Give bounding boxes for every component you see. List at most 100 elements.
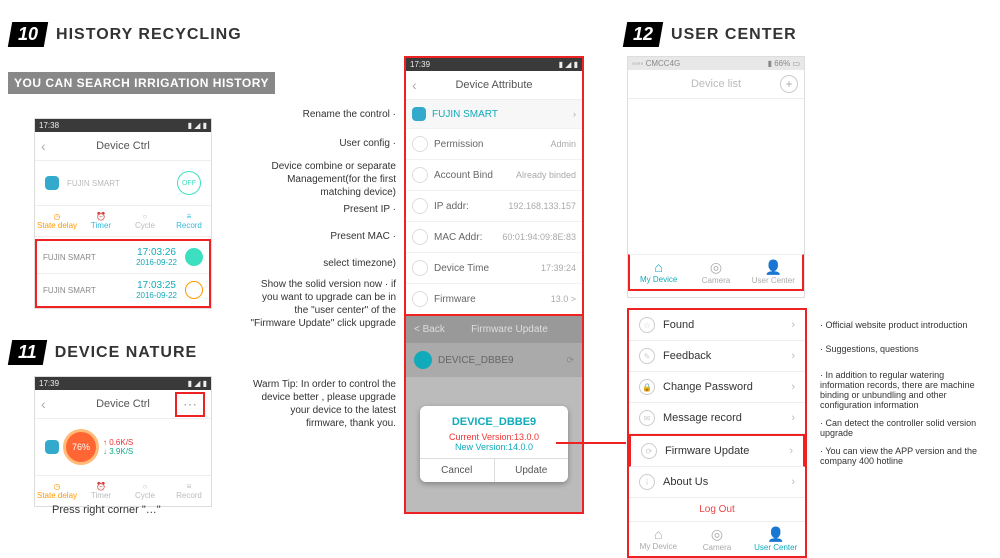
tab-state[interactable]: ◷State delay	[35, 476, 79, 506]
history-phone: 17:38▮ ◢ ▮ ‹ Device Ctrl FUJIN SMART OFF…	[34, 118, 212, 309]
history-banner: YOU CAN SEARCH IRRIGATION HISTORY	[8, 72, 275, 94]
uc-about[interactable]: iAbout Us›	[629, 467, 805, 498]
lbl-mac: Present MAC ·	[248, 230, 396, 243]
attr-account[interactable]: Account BindAlready binded	[406, 160, 582, 191]
back-icon[interactable]: ‹	[41, 396, 46, 412]
uc-message[interactable]: ✉Message record›	[629, 403, 805, 434]
note-feedback: · Suggestions, questions	[820, 344, 990, 354]
tab-record[interactable]: ≡Record	[167, 206, 211, 236]
attr-mac: MAC Addr:60:01:94:09:8E:83	[406, 222, 582, 253]
phone-header: ‹ Device Ctrl ⋯	[35, 390, 211, 419]
tab-camera[interactable]: ◎Camera	[688, 526, 747, 552]
attr-permission[interactable]: PermissionAdmin	[406, 129, 582, 160]
logout-button[interactable]: Log Out	[629, 498, 805, 521]
device-row: FUJIN SMART OFF	[35, 161, 211, 205]
back-icon[interactable]: ‹	[412, 77, 417, 93]
phone-header: Device list +	[628, 70, 804, 99]
title-12: USER CENTER	[671, 26, 797, 44]
badge-11: 11	[8, 340, 47, 365]
firmware-phone: < Back Firmware Update DEVICE_DBBE9 ⟳ DE…	[404, 314, 584, 514]
title-10: HISTORY RECYCLING	[56, 26, 242, 44]
feedback-icon: ✎	[639, 348, 655, 364]
tabbar: ⌂My Device ◎Camera 👤User Center	[629, 521, 805, 556]
back-link[interactable]: < Back	[414, 324, 445, 335]
tab-row: ◷State delay ⏰Timer ○Cycle ≡Record	[35, 205, 211, 237]
fw-popup: DEVICE_DBBE9 Current Version:13.0.0 New …	[420, 406, 568, 482]
history-row: FUJIN SMART 17:03:252016-09-22	[37, 274, 209, 306]
uc-firmware[interactable]: ⟳Firmware Update›	[629, 434, 805, 467]
tab-mydevice[interactable]: ⌂My Device	[630, 259, 687, 285]
uc-found[interactable]: ☆Found›	[629, 310, 805, 341]
device-icon	[414, 351, 432, 369]
title-11: DEVICE NATURE	[55, 344, 198, 362]
lbl-mgmt: Management(for the first matching device…	[248, 173, 396, 199]
attr-firmware[interactable]: Firmware13.0 >	[406, 284, 582, 315]
device-row: 76% ↑ 0.6K/S↓ 3.9K/S	[35, 419, 211, 475]
curr-version: Current Version:13.0.0	[428, 432, 560, 442]
tabbar-highlight: ⌂My Device ◎Camera 👤User Center	[628, 254, 804, 291]
firmware-icon: ⟳	[641, 443, 657, 459]
off-button[interactable]: OFF	[177, 171, 201, 195]
attr-ip: IP addr:192.168.133.157	[406, 191, 582, 222]
note-fw: · Can detect the controller solid versio…	[820, 418, 990, 438]
connector-line	[556, 442, 626, 444]
history-rows-highlight: FUJIN SMART 17:03:262016-09-22 FUJIN SMA…	[35, 239, 211, 308]
attr-device[interactable]: FUJIN SMART›	[406, 100, 582, 129]
fw-header: < Back Firmware Update	[406, 316, 582, 343]
phone-header: ‹ Device Ctrl	[35, 132, 211, 161]
state-on-icon	[185, 248, 203, 266]
history-row: FUJIN SMART 17:03:262016-09-22	[37, 241, 209, 274]
lbl-ip: Present IP ·	[248, 203, 396, 216]
tab-usercenter[interactable]: 👤User Center	[746, 526, 805, 552]
badge-10: 10	[8, 22, 48, 47]
tab-mydevice[interactable]: ⌂My Device	[629, 526, 688, 552]
new-version: New Version:14.0.0	[428, 442, 560, 452]
message-icon: ✉	[639, 410, 655, 426]
note-found: · Official website product introduction	[820, 320, 990, 330]
lock-icon: 🔒	[639, 379, 655, 395]
statusbar: 17:38▮ ◢ ▮	[35, 119, 211, 132]
update-button[interactable]: Update	[495, 458, 569, 482]
tab-row: ◷State delay ⏰Timer ○Cycle ≡Record	[35, 475, 211, 506]
state-off-icon	[185, 281, 203, 299]
badge-12: 12	[623, 22, 663, 47]
device-icon	[45, 176, 59, 190]
statusbar: 17:39▮ ◢ ▮	[406, 58, 582, 71]
device-icon	[412, 107, 426, 121]
phone-header: ‹ Device Attribute	[406, 71, 582, 100]
tab-cycle[interactable]: ○Cycle	[123, 476, 167, 506]
nature-phone: 17:39▮ ◢ ▮ ‹ Device Ctrl ⋯ 76% ↑ 0.6K/S↓…	[34, 376, 212, 507]
tab-camera[interactable]: ◎Camera	[687, 259, 744, 285]
more-button[interactable]: ⋯	[175, 392, 205, 417]
attr-time[interactable]: Device Time17:39:24	[406, 253, 582, 284]
gauge: 76%	[63, 429, 99, 465]
fw-device: DEVICE_DBBE9 ⟳	[406, 343, 582, 377]
statusbar: 17:39▮ ◢ ▮	[35, 377, 211, 390]
lbl-fw: Show the solid version now · if you want…	[248, 278, 396, 330]
user-center-phone: ☆Found› ✎Feedback› 🔒Change Password› ✉Me…	[627, 308, 807, 558]
tab-usercenter[interactable]: 👤User Center	[745, 259, 802, 285]
tab-timer[interactable]: ⏰Timer	[79, 206, 123, 236]
device-list-phone: ◦◦◦◦ CMCC4G▮ 66% ▭ Device list + ⌂My Dev…	[627, 56, 805, 298]
uc-password[interactable]: 🔒Change Password›	[629, 372, 805, 403]
tab-record[interactable]: ≡Record	[167, 476, 211, 506]
empty-list	[628, 99, 804, 254]
nature-caption: Press right corner "…"	[52, 504, 161, 516]
lbl-user: User config ·	[248, 137, 396, 150]
note-msg: · In addition to regular watering inform…	[820, 370, 990, 410]
add-button[interactable]: +	[780, 75, 798, 93]
statusbar: ◦◦◦◦ CMCC4G▮ 66% ▭	[628, 57, 804, 70]
uc-feedback[interactable]: ✎Feedback›	[629, 341, 805, 372]
found-icon: ☆	[639, 317, 655, 333]
tab-timer[interactable]: ⏰Timer	[79, 476, 123, 506]
lbl-rename: Rename the control ·	[248, 108, 396, 121]
popup-title: DEVICE_DBBE9	[428, 416, 560, 428]
note-about: · You can view the APP version and the c…	[820, 446, 990, 466]
tab-cycle[interactable]: ○Cycle	[123, 206, 167, 236]
device-icon	[45, 440, 59, 454]
warm-tip: Warm Tip: In order to control the device…	[248, 378, 396, 430]
back-icon[interactable]: ‹	[41, 138, 46, 154]
attribute-phone: 17:39▮ ◢ ▮ ‹ Device Attribute FUJIN SMAR…	[404, 56, 584, 317]
cancel-button[interactable]: Cancel	[420, 458, 495, 482]
tab-state[interactable]: ◷State delay	[35, 206, 79, 236]
